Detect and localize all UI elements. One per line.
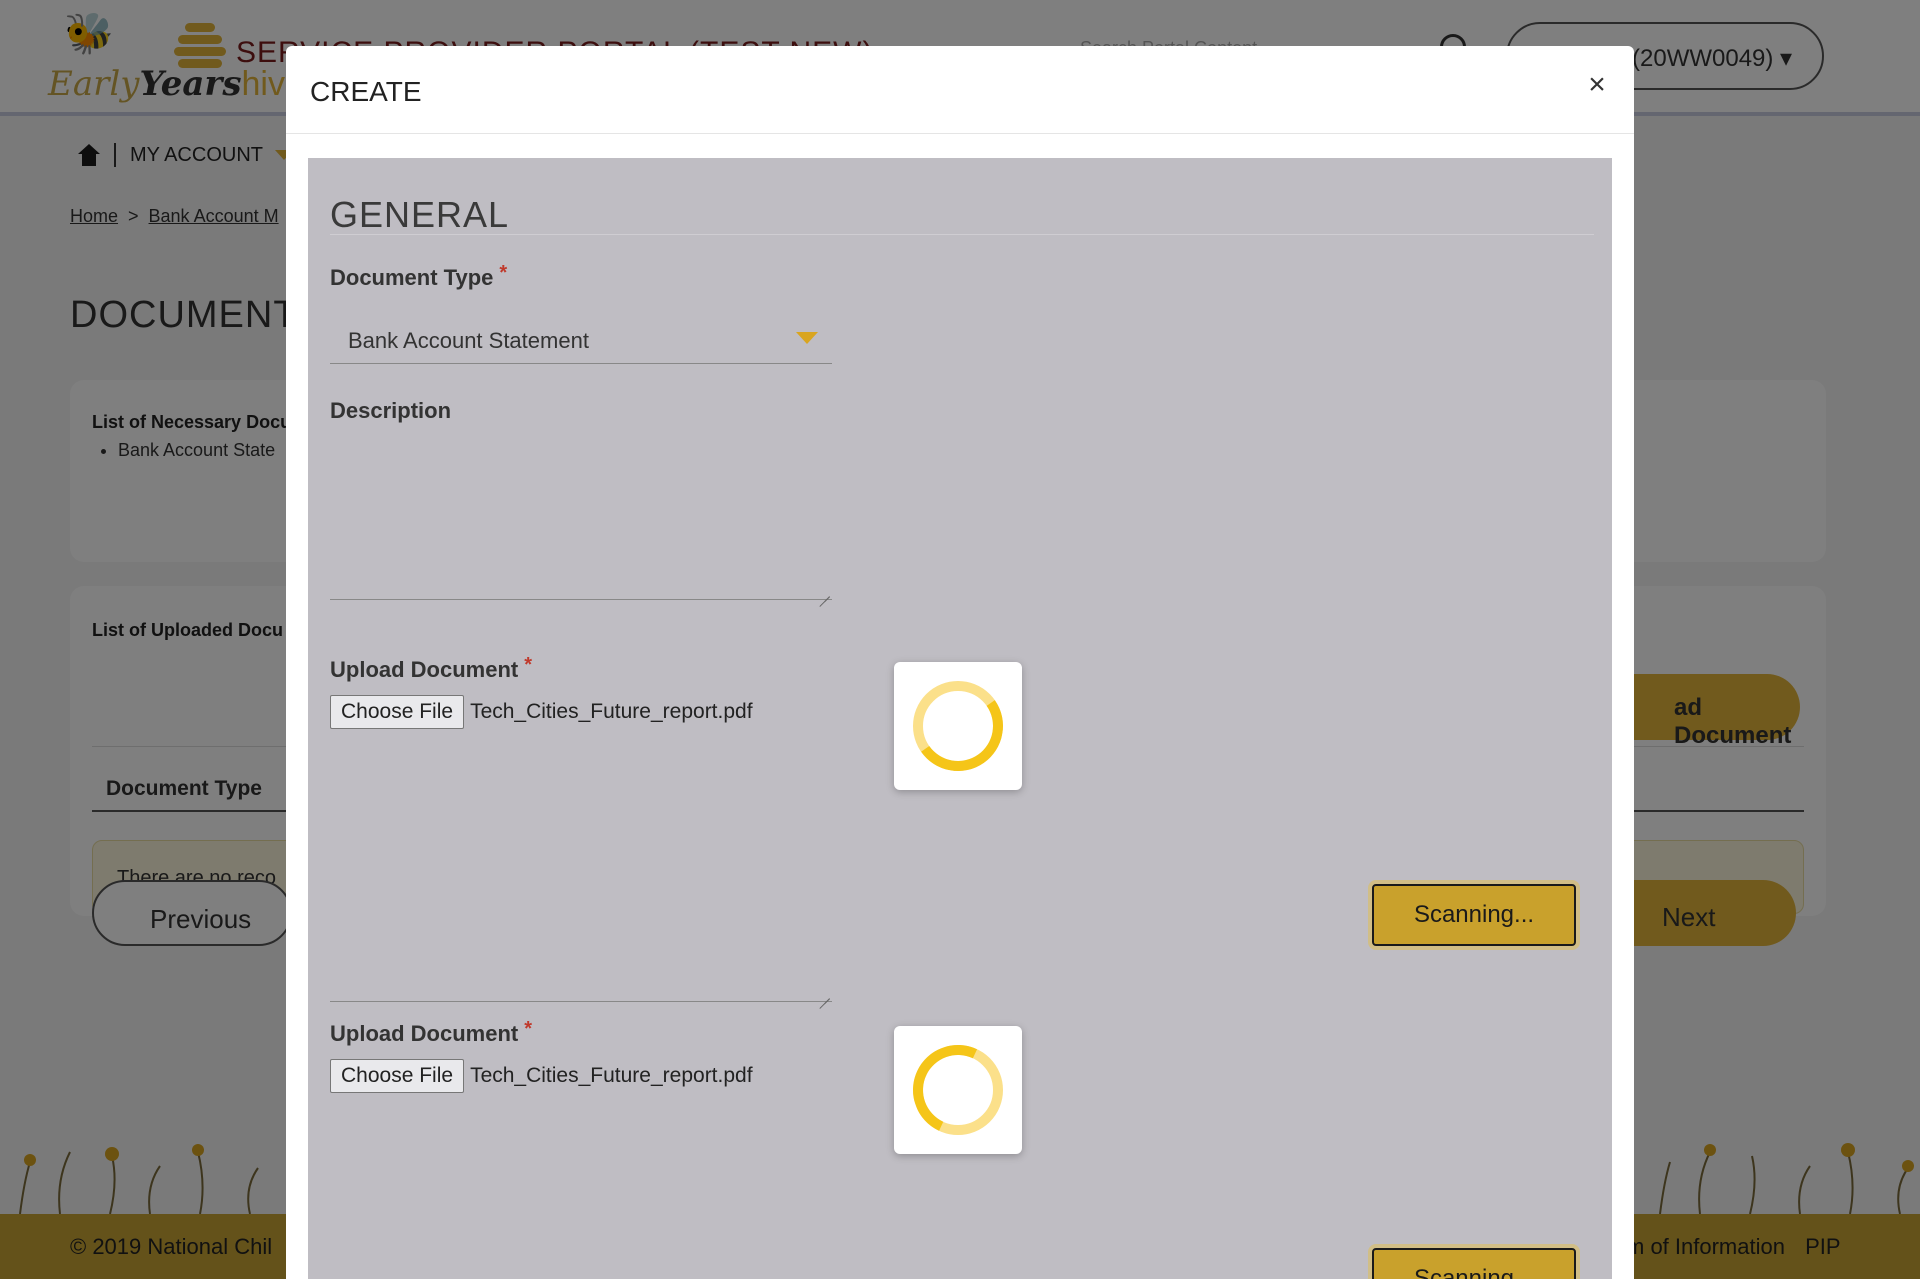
upload-document-label-text: Upload Document — [330, 1021, 519, 1046]
chevron-down-icon[interactable] — [796, 332, 818, 344]
description-textarea[interactable] — [330, 440, 832, 600]
modal-title: CREATE — [310, 76, 422, 107]
upload-preview-area[interactable] — [330, 772, 832, 1002]
close-icon[interactable]: × — [1582, 70, 1612, 100]
upload-document-label: Upload Document * — [330, 654, 532, 683]
document-type-value: Bank Account Statement — [348, 328, 589, 353]
loading-spinner-icon — [894, 662, 1022, 790]
required-marker: * — [524, 654, 533, 676]
modal-form: GENERAL Document Type * Bank Account Stat… — [308, 158, 1612, 1279]
document-type-select[interactable]: Bank Account Statement — [330, 306, 832, 364]
create-document-modal: CREATE × GENERAL Document Type * Bank Acc… — [286, 46, 1634, 1279]
file-input: Choose File Tech_Cities_Future_report.pd… — [330, 695, 753, 729]
modal-header: CREATE × — [286, 46, 1634, 134]
choose-file-button[interactable]: Choose File — [330, 695, 465, 729]
spinner-arc — [900, 1032, 1016, 1148]
selected-file-name: Tech_Cities_Future_report.pdf — [470, 700, 753, 723]
upload-document-label: Upload Document * — [330, 1018, 532, 1047]
section-divider — [330, 234, 1594, 235]
scanning-button[interactable]: Scanning... — [1372, 1248, 1576, 1279]
selected-file-name: Tech_Cities_Future_report.pdf — [470, 1064, 753, 1087]
spinner-arc — [905, 673, 1011, 779]
document-type-label-text: Document Type — [330, 265, 494, 290]
description-label: Description — [330, 398, 452, 423]
scanning-button[interactable]: Scanning... — [1372, 884, 1576, 946]
section-title-general: GENERAL — [330, 194, 510, 235]
document-type-label: Document Type * — [330, 262, 507, 291]
choose-file-button[interactable]: Choose File — [330, 1059, 465, 1093]
loading-spinner-icon — [894, 1026, 1022, 1154]
upload-document-label-text: Upload Document — [330, 657, 519, 682]
resize-handle-icon[interactable] — [818, 987, 830, 999]
resize-handle-icon[interactable] — [818, 585, 830, 597]
required-marker: * — [499, 262, 508, 284]
file-input: Choose File Tech_Cities_Future_report.pd… — [330, 1059, 753, 1093]
required-marker: * — [524, 1018, 533, 1040]
